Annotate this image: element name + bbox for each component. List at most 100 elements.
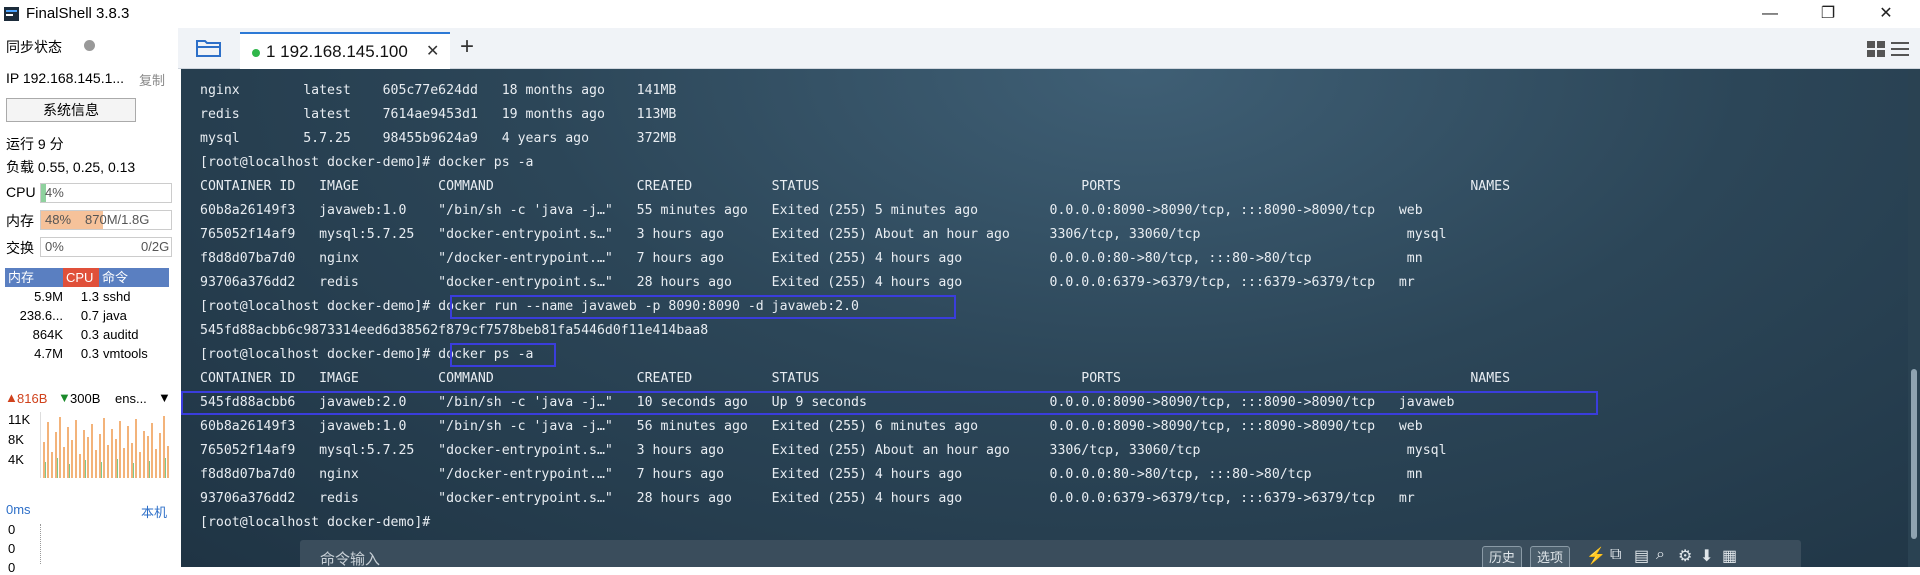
terminal-line: CONTAINER ID IMAGE COMMAND CREATED STATU… bbox=[200, 371, 1511, 386]
proc-mem: 4.7M bbox=[34, 346, 63, 361]
process-row[interactable]: 864K 0.3 auditd bbox=[5, 325, 175, 344]
net-tick: 11K bbox=[8, 412, 31, 427]
highlight-docker-ps bbox=[450, 343, 556, 367]
window-title: FinalShell 3.8.3 bbox=[26, 5, 130, 22]
highlight-docker-run bbox=[450, 295, 956, 319]
terminal-line: nginx latest 605c77e624dd 18 months ago … bbox=[200, 83, 677, 98]
minimize-button[interactable]: — bbox=[1750, 3, 1790, 25]
grid-layout-icon[interactable] bbox=[1866, 40, 1886, 58]
system-info-button[interactable]: 系统信息 bbox=[6, 98, 136, 122]
tab-label: 1 192.168.145.100 bbox=[266, 42, 408, 61]
chevron-down-icon[interactable]: ▼ bbox=[158, 390, 171, 405]
highlight-javaweb-row bbox=[181, 391, 1598, 415]
process-row[interactable]: 238.6... 0.7 java bbox=[5, 306, 175, 325]
net-tick: 8K bbox=[8, 432, 24, 447]
terminal-line: CONTAINER ID IMAGE COMMAND CREATED STATU… bbox=[200, 179, 1511, 194]
add-tab-icon[interactable]: + bbox=[460, 33, 474, 61]
process-row[interactable]: 4.7M 0.3 vmtools bbox=[5, 344, 175, 363]
terminal-line: mysql 5.7.25 98455b9624a9 4 years ago 37… bbox=[200, 131, 677, 146]
terminal-line: 60b8a26149f3 javaweb:1.0 "/bin/sh -c 'ja… bbox=[200, 203, 1423, 218]
proc-cpu: 0.3 bbox=[80, 327, 99, 342]
copy-ip-button[interactable]: 复制 bbox=[139, 70, 165, 89]
proc-mem: 864K bbox=[32, 327, 63, 342]
net-interface-select[interactable]: ens... bbox=[115, 391, 147, 406]
menu-icon[interactable] bbox=[1890, 40, 1910, 58]
terminal-line: 765052f14af9 mysql:5.7.25 "docker-entryp… bbox=[200, 443, 1447, 458]
gear-icon[interactable]: ⚙ bbox=[1678, 546, 1692, 566]
restore-button[interactable]: ❐ bbox=[1808, 3, 1848, 25]
swap-percent: 0% bbox=[45, 239, 64, 254]
connected-status-icon bbox=[252, 49, 260, 57]
proc-cmd: auditd bbox=[103, 327, 139, 342]
lightning-icon[interactable]: ⚡ bbox=[1586, 546, 1606, 566]
terminal-line: redis latest 7614ae9453d1 19 months ago … bbox=[200, 107, 677, 122]
process-row[interactable]: 5.9M 1.3 sshd bbox=[5, 287, 175, 306]
process-table-header: 内存 CPU 命令 bbox=[5, 268, 175, 287]
net-tick: 4K bbox=[8, 452, 24, 467]
latency-graph bbox=[40, 524, 176, 564]
download-icon[interactable]: ⬇ bbox=[1700, 546, 1713, 566]
load-average-text: 负载 0.55, 0.25, 0.13 bbox=[6, 159, 136, 175]
paste-icon[interactable]: ▤ bbox=[1634, 546, 1649, 566]
terminal-line: 545fd88acbb6c9873314eed6d38562f879cf7578… bbox=[200, 323, 709, 338]
command-input[interactable]: 命令输入 bbox=[320, 548, 380, 567]
proc-col-cmd[interactable]: 命令 bbox=[99, 268, 169, 287]
swap-label: 交换 bbox=[6, 240, 34, 256]
mem-percent: 48% bbox=[45, 212, 72, 227]
proc-cmd: sshd bbox=[103, 289, 131, 304]
cpu-percent: 4% bbox=[45, 185, 64, 200]
layout-controls bbox=[1866, 40, 1910, 63]
ip-address: IP 192.168.145.1... bbox=[6, 70, 125, 86]
close-button[interactable]: ✕ bbox=[1866, 3, 1906, 25]
terminal-line: f8d8d07ba7d0 nginx "/docker-entrypoint.…… bbox=[200, 251, 1423, 266]
tab-bar: 1 192.168.145.100 ✕ + bbox=[178, 28, 1920, 70]
proc-cmd: vmtools bbox=[103, 346, 148, 361]
latency-value: 0ms bbox=[6, 502, 31, 517]
mem-label: 内存 bbox=[6, 213, 34, 229]
latency-row: 0 bbox=[8, 541, 16, 556]
proc-col-cpu[interactable]: CPU bbox=[63, 268, 99, 287]
terminal-line: 93706a376dd2 redis "docker-entrypoint.s…… bbox=[200, 275, 1415, 290]
close-tab-icon[interactable]: ✕ bbox=[426, 41, 439, 61]
terminal-pane[interactable]: nginx latest 605c77e624dd 18 months ago … bbox=[181, 69, 1920, 567]
proc-mem: 5.9M bbox=[34, 289, 63, 304]
finalshell-logo-icon bbox=[4, 7, 19, 21]
net-download: 300B bbox=[70, 391, 101, 406]
layout-icon[interactable]: ▦ bbox=[1722, 546, 1737, 566]
tab-session-1[interactable]: 1 192.168.145.100 ✕ bbox=[240, 32, 450, 70]
terminal-line: 60b8a26149f3 javaweb:1.0 "/bin/sh -c 'ja… bbox=[200, 419, 1423, 434]
title-bar: FinalShell 3.8.3 — ❐ ✕ bbox=[0, 0, 1920, 28]
search-icon[interactable]: ⌕ bbox=[1656, 546, 1665, 564]
sync-status-dot-icon bbox=[84, 40, 95, 51]
download-arrow-icon: ▼ bbox=[58, 390, 71, 405]
terminal-scrollbar[interactable] bbox=[1908, 69, 1920, 567]
options-button[interactable]: 选项 bbox=[1530, 546, 1571, 567]
uptime-text: 运行 9 分 bbox=[6, 136, 64, 152]
sync-status-label: 同步状态 bbox=[6, 39, 62, 55]
mem-usage: 870M/1.8G bbox=[85, 212, 150, 227]
upload-arrow-icon: ▲ bbox=[5, 390, 18, 405]
proc-cpu: 1.3 bbox=[80, 289, 99, 304]
cpu-meter: 4% bbox=[40, 183, 172, 203]
terminal-line: 93706a376dd2 redis "docker-entrypoint.s…… bbox=[200, 491, 1415, 506]
net-upload: 816B bbox=[17, 391, 48, 406]
terminal-line: [root@localhost docker-demo]# bbox=[200, 515, 431, 530]
sidebar: 同步状态 IP 192.168.145.1... 复制 系统信息 运行 9 分 … bbox=[0, 28, 178, 575]
latency-row: 0 bbox=[8, 522, 16, 537]
proc-col-mem[interactable]: 内存 bbox=[5, 268, 63, 287]
terminal-line: 765052f14af9 mysql:5.7.25 "docker-entryp… bbox=[200, 227, 1447, 242]
folder-icon[interactable] bbox=[196, 38, 222, 58]
proc-mem: 238.6... bbox=[19, 308, 63, 323]
mem-meter: 48% 870M/1.8G bbox=[40, 210, 172, 230]
cpu-label: CPU bbox=[6, 184, 36, 200]
scrollbar-thumb[interactable] bbox=[1911, 369, 1917, 539]
swap-meter: 0% 0/2G bbox=[40, 237, 172, 257]
network-graph bbox=[40, 412, 173, 478]
swap-usage: 0/2G bbox=[141, 239, 170, 254]
process-table: 内存 CPU 命令 5.9M 1.3 sshd 238.6... 0.7 java 864K… bbox=[5, 268, 175, 363]
copy-icon[interactable]: ⧉ bbox=[1610, 546, 1621, 564]
latency-host-select[interactable]: 本机 bbox=[141, 502, 167, 521]
history-button[interactable]: 历史 bbox=[1482, 546, 1523, 567]
terminal-line: f8d8d07ba7d0 nginx "/docker-entrypoint.…… bbox=[200, 467, 1423, 482]
command-input-bar[interactable]: 命令输入 历史 选项 ⚡ ⧉ ▤ ⌕ ⚙ ⬇ ▦ bbox=[300, 540, 1801, 567]
